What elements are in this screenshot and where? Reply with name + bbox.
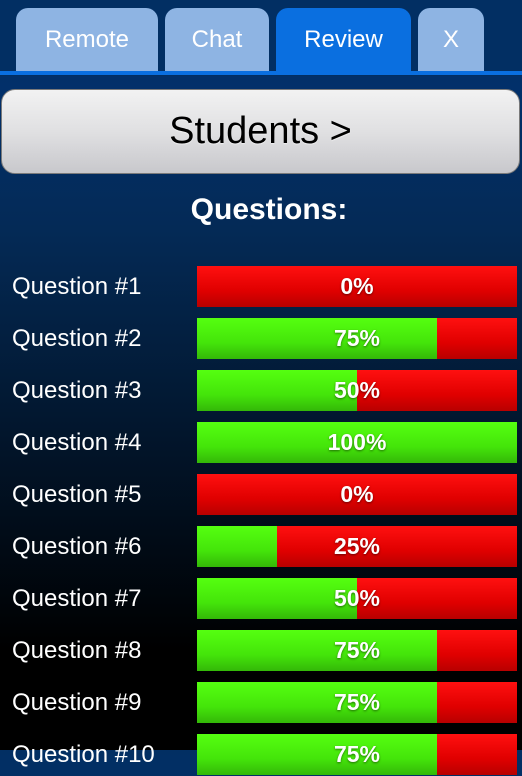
question-label: Question #8 [12, 637, 142, 664]
score-percent: 75% [333, 325, 381, 351]
question-row[interactable]: Question #8 75% [0, 630, 522, 672]
score-percent: 0% [340, 481, 374, 507]
question-row[interactable]: Question #10 75% [0, 734, 522, 776]
score-bar: 0% [197, 266, 517, 307]
question-row[interactable]: Question #7 50% [0, 578, 522, 620]
tab-close[interactable]: X [418, 8, 484, 72]
score-bar: 0% [197, 474, 517, 515]
score-bar: 100% [197, 422, 517, 463]
score-percent: 100% [327, 429, 387, 455]
tab-chat[interactable]: Chat [165, 8, 269, 72]
score-percent: 0% [340, 273, 374, 299]
question-label: Question #5 [12, 481, 142, 508]
score-percent: 75% [333, 637, 381, 663]
question-label: Question #9 [12, 689, 142, 716]
question-row[interactable]: Question #5 0% [0, 474, 522, 516]
question-row[interactable]: Question #4 100% [0, 422, 522, 464]
question-label: Question #3 [12, 377, 142, 404]
score-percent: 25% [333, 533, 381, 559]
question-label: Question #1 [12, 273, 142, 300]
score-bar: 75% [197, 630, 517, 671]
score-percent: 50% [333, 585, 381, 611]
score-bar: 75% [197, 734, 517, 775]
question-row[interactable]: Question #2 75% [0, 318, 522, 360]
tab-remote[interactable]: Remote [16, 8, 158, 72]
question-label: Question #7 [12, 585, 142, 612]
question-label: Question #2 [12, 325, 142, 352]
tab-review[interactable]: Review [276, 8, 411, 72]
tab-underline [0, 71, 522, 75]
question-row[interactable]: Question #1 0% [0, 266, 522, 308]
score-bar: 50% [197, 578, 517, 619]
score-bar: 50% [197, 370, 517, 411]
score-percent: 75% [333, 741, 381, 767]
question-label: Question #4 [12, 429, 142, 456]
score-bar: 75% [197, 318, 517, 359]
questions-heading: Questions: [190, 193, 348, 226]
question-row[interactable]: Question #3 50% [0, 370, 522, 412]
tab-bar: Remote Chat Review X [0, 0, 522, 76]
score-bar: 25% [197, 526, 517, 567]
score-percent: 50% [333, 377, 381, 403]
question-label: Question #6 [12, 533, 142, 560]
students-button[interactable]: Students > [1, 89, 520, 174]
question-row[interactable]: Question #6 25% [0, 526, 522, 568]
question-label: Question #10 [12, 741, 155, 768]
question-row[interactable]: Question #9 75% [0, 682, 522, 724]
score-bar: 75% [197, 682, 517, 723]
score-percent: 75% [333, 689, 381, 715]
